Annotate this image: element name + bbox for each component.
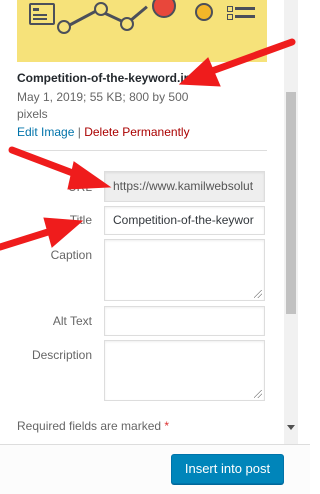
attachment-thumbnail[interactable] bbox=[17, 0, 267, 62]
delete-permanently-link[interactable]: Delete Permanently bbox=[84, 125, 189, 139]
caption-textarea[interactable] bbox=[104, 239, 265, 301]
title-field[interactable]: Competition-of-the-keywor bbox=[104, 206, 265, 235]
link-separator: | bbox=[77, 125, 81, 139]
alt-text-field[interactable] bbox=[104, 306, 265, 336]
resize-grip-icon[interactable] bbox=[254, 390, 262, 398]
description-label: Description bbox=[31, 348, 92, 362]
scrollbar-thumb[interactable] bbox=[286, 92, 296, 314]
description-textarea[interactable] bbox=[104, 340, 265, 401]
required-fields-notice: Required fields are marked * bbox=[17, 419, 169, 433]
resize-grip-icon[interactable] bbox=[254, 290, 262, 298]
list-bullet-icon bbox=[227, 6, 233, 12]
coin-icon bbox=[195, 3, 213, 21]
caption-label: Caption bbox=[50, 248, 92, 262]
url-label: URL bbox=[67, 180, 92, 194]
magnifier-icon bbox=[152, 0, 176, 18]
attachment-meta: May 1, 2019; 55 KB; 800 by 500 pixels bbox=[17, 89, 217, 123]
required-star: * bbox=[164, 419, 170, 433]
list-line-icon bbox=[235, 15, 255, 18]
document-icon bbox=[29, 3, 55, 25]
alt-text-label: Alt Text bbox=[52, 314, 92, 328]
attachment-date-size: May 1, 2019; 55 KB; 800 by 500 bbox=[17, 90, 189, 104]
chart-point-icon bbox=[94, 2, 108, 16]
attachment-actions: Edit Image | Delete Permanently bbox=[17, 125, 190, 139]
chart-point-icon bbox=[57, 20, 71, 34]
edit-image-link[interactable]: Edit Image bbox=[17, 125, 74, 139]
url-field[interactable]: https://www.kamilwebsolut bbox=[104, 171, 265, 202]
scroll-down-icon[interactable] bbox=[287, 425, 295, 430]
chart-point-icon bbox=[120, 17, 134, 31]
list-bullet-icon bbox=[227, 14, 233, 20]
attachment-filename: Competition-of-the-keyword.jpg bbox=[17, 71, 199, 85]
insert-into-post-button[interactable]: Insert into post bbox=[171, 454, 284, 484]
required-fields-text: Required fields are marked bbox=[17, 419, 165, 433]
divider bbox=[17, 150, 267, 151]
title-label: Title bbox=[69, 213, 92, 227]
attachment-dimensions-unit: pixels bbox=[17, 107, 48, 121]
list-icon bbox=[235, 7, 255, 10]
